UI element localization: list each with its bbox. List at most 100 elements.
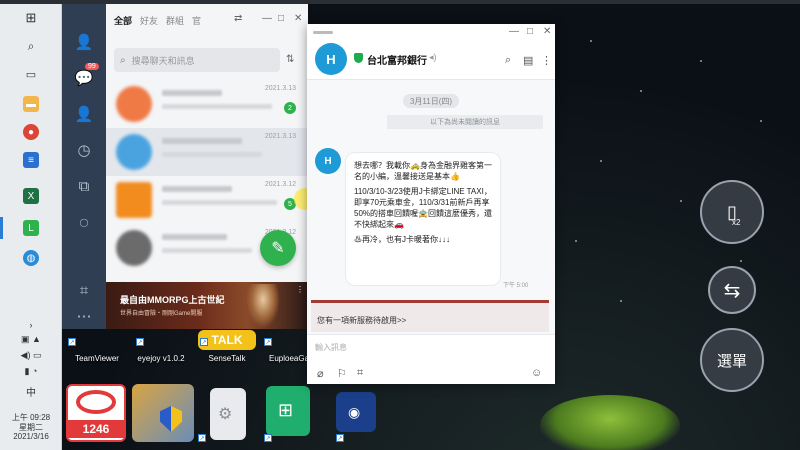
tray-volume-icon[interactable]: ◀) ▭: [0, 350, 62, 361]
crop-icon[interactable]: ⌗: [72, 278, 96, 302]
line-labs-icon[interactable]: ◯: [72, 210, 96, 234]
taskbar-chrome[interactable]: ●: [0, 118, 62, 146]
promo-text: 您有一項新服務待啟用>>: [317, 316, 407, 325]
message-text: 110/3/10-3/23使用J卡綁定LINE TAXI，即享70元乘車金，11…: [354, 187, 492, 229]
chat-preview: [162, 104, 272, 109]
photo-app-icon[interactable]: [132, 384, 194, 442]
ad-more-icon[interactable]: ⋮: [296, 285, 304, 294]
close-button[interactable]: ✕: [294, 13, 302, 24]
avatar: [116, 230, 152, 266]
tab-groups[interactable]: 群組: [166, 14, 184, 27]
history-icon[interactable]: ◷: [72, 138, 96, 162]
sender-avatar[interactable]: H: [315, 148, 341, 174]
menu-button[interactable]: 選單: [700, 328, 764, 392]
eyejoy-label[interactable]: eyejoy v1.0.2: [130, 354, 192, 363]
attach-icon[interactable]: ⌀: [317, 367, 324, 380]
taskbar-excel[interactable]: X: [0, 182, 62, 210]
start-button[interactable]: ⊞: [0, 4, 62, 32]
settings-file-icon[interactable]: ⚙: [210, 388, 246, 440]
tray-network-icon[interactable]: ▮ ◔: [0, 366, 62, 377]
shortcut-arrow-icon: ↗: [264, 434, 272, 442]
eye-icon: ◉: [348, 404, 361, 420]
unread-count-badge: 2: [284, 102, 296, 114]
tent-glow: [540, 395, 680, 450]
maximize-button[interactable]: □: [527, 26, 533, 37]
notes-icon[interactable]: ▤: [523, 54, 533, 67]
tab-friends[interactable]: 好友: [140, 14, 158, 27]
minimize-button[interactable]: —: [509, 26, 519, 37]
tab-all[interactable]: 全部: [114, 14, 132, 27]
list-item[interactable]: 2021.3.13 2: [106, 80, 308, 128]
search-input[interactable]: ⌕ 搜尋聊天和訊息: [114, 48, 280, 72]
taskbar-file-explorer[interactable]: ▬: [0, 90, 62, 118]
maximize-button[interactable]: □: [278, 13, 284, 24]
tray-chevron-icon[interactable]: ›: [0, 320, 62, 330]
ad-subtitle: 世界自由冒險・剛剛Game開服: [120, 311, 203, 317]
search-button[interactable]: ⌕: [0, 32, 62, 60]
mouse-mode-button[interactable]: ▯ x2: [700, 180, 764, 244]
bank-logo-icon[interactable]: H: [315, 43, 347, 75]
filter-icon[interactable]: ⇄: [234, 13, 242, 24]
more-icon[interactable]: ⋯: [72, 304, 96, 328]
promo-card[interactable]: 您有一項新服務待啟用>>: [311, 300, 549, 332]
search-icon[interactable]: ⌕: [505, 54, 511, 67]
ad-character-image: [246, 284, 280, 328]
gear-icon: ⚙: [218, 406, 233, 423]
star: [590, 40, 592, 42]
star: [760, 120, 762, 122]
switch-button[interactable]: ⇆: [708, 266, 756, 314]
friends-icon[interactable]: 👤: [72, 30, 96, 54]
drag-handle[interactable]: [313, 31, 333, 34]
sensetalk-label[interactable]: SenseTalk: [196, 354, 258, 363]
more-icon[interactable]: ⋮: [541, 54, 552, 67]
tab-official[interactable]: 官: [192, 14, 201, 27]
taskbar-app-blue[interactable]: ≡: [0, 146, 62, 174]
bookmark-icon[interactable]: ⚐: [337, 367, 347, 380]
chat-date: 2021.3.12: [264, 181, 296, 188]
minimize-button[interactable]: —: [262, 13, 272, 24]
windows-logo-icon: ⊞: [25, 10, 37, 25]
windows-app-icon[interactable]: ⊞: [266, 386, 310, 436]
list-item[interactable]: 2021.3.13: [106, 128, 308, 176]
chats-icon[interactable]: 💬 99: [72, 63, 99, 90]
mouse-speed-label: x2: [732, 218, 741, 227]
chat-title: 台北富邦銀行: [367, 56, 427, 67]
message-text: ♨再冷，也有J卡暖著你↓↓↓: [354, 235, 450, 244]
shortcut-arrow-icon: ↗: [198, 434, 206, 442]
star: [600, 160, 602, 162]
taskbar-app-globe[interactable]: ◍: [0, 244, 62, 272]
ad-banner[interactable]: 最自由MMORPG上古世紀 世界自由冒險・剛剛Game開服 ⋮: [106, 282, 308, 329]
message-input[interactable]: 輸入訊息 ⌀ ⚐ ⌗ ☺: [307, 334, 555, 384]
chat-date: 2021.3.13: [264, 85, 296, 92]
ime-indicator[interactable]: 中: [0, 384, 62, 399]
emoji-icon[interactable]: ☺: [531, 367, 542, 379]
sort-icon[interactable]: ⇅: [286, 54, 294, 65]
add-friend-icon[interactable]: 👤: [72, 102, 96, 126]
keep-icon[interactable]: ⧉: [72, 174, 96, 198]
ace-logo-icon: [76, 390, 116, 414]
ace-app-icon[interactable]: 1246: [66, 384, 126, 442]
list-item[interactable]: 2021.3.12 5: [106, 176, 308, 224]
eyeplayer-icon[interactable]: ◉: [336, 392, 376, 432]
star: [680, 200, 682, 202]
task-view-button[interactable]: ▭: [0, 60, 62, 88]
unread-divider: 以下為尚未閱讀的訊息: [387, 115, 543, 129]
new-chat-button[interactable]: ✎: [260, 230, 296, 266]
tray-icons[interactable]: ▣ ▲: [0, 334, 62, 345]
excel-icon: X: [23, 188, 39, 204]
line-icon: L: [23, 220, 39, 236]
crop-icon[interactable]: ⌗: [357, 367, 363, 380]
taskbar-line[interactable]: L: [0, 214, 62, 242]
line-sidebar: 👤 💬 99 👤 ◷ ⧉ ◯ ⌗ ⋯: [62, 4, 106, 329]
message-text: 想去哪？我載你🚕身為金融界雞客第一名的小編，溫馨接送是基本👍: [354, 161, 492, 181]
shield-icon: [160, 406, 182, 432]
teamviewer-label[interactable]: TeamViewer: [66, 354, 128, 363]
chat-preview: [162, 248, 252, 253]
chat-list-window: 全部 好友 群組 官 ⇄ — □ ✕ ⌕ 搜尋聊天和訊息 ⇅ 2021.3.13 …: [106, 4, 308, 329]
task-view-icon: ▭: [25, 68, 37, 81]
globe-icon: ◍: [23, 250, 39, 266]
app-icon: ≡: [23, 152, 39, 168]
close-button[interactable]: ✕: [543, 26, 551, 37]
star: [700, 60, 702, 62]
chat-name: [162, 234, 227, 240]
